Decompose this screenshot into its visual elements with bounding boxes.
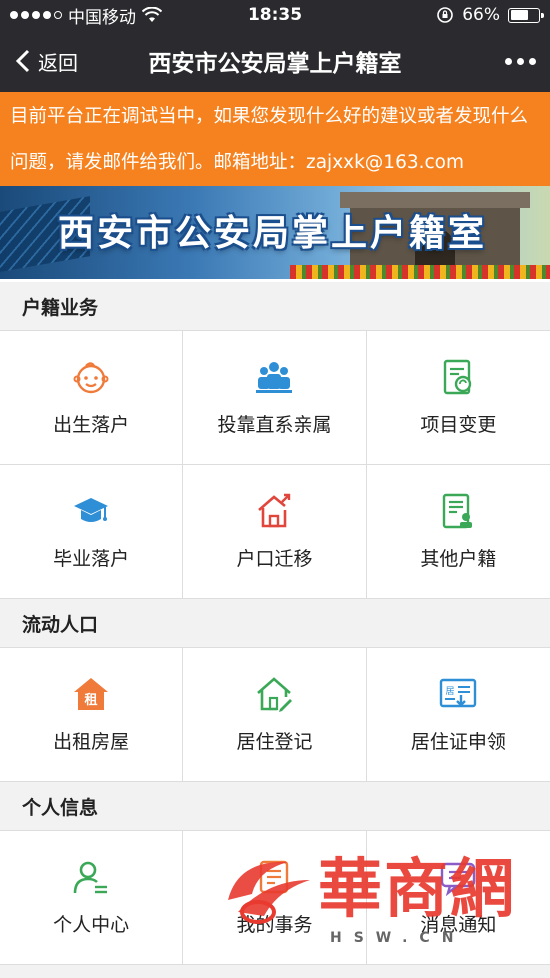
graduation-cap-icon	[72, 492, 110, 530]
section-title: 户籍业务	[0, 282, 550, 330]
document-refresh-icon	[439, 358, 477, 396]
service-tile[interactable]: 出生落户	[0, 331, 184, 465]
wifi-icon	[142, 7, 162, 22]
service-tile-label: 出租房屋	[53, 731, 130, 753]
service-tile-label: 投靠直系亲属	[217, 414, 332, 436]
flower-bed-graphic	[290, 265, 550, 279]
svg-text:租: 租	[85, 693, 98, 708]
document-person-icon	[439, 492, 477, 530]
service-grid: 出生落户 投靠直系亲属 项目变更毕业落户 户口迁移 其他户籍	[0, 330, 550, 599]
more-menu-button[interactable]	[505, 57, 536, 65]
service-tile-label: 户口迁移	[236, 548, 313, 570]
service-tile-label: 居住证申领	[410, 731, 506, 753]
back-label: 返回	[38, 50, 78, 75]
service-tile-label: 我的事务	[236, 914, 313, 936]
service-tile[interactable]: 个人中心	[0, 831, 184, 965]
service-tile[interactable]: 投靠直系亲属	[183, 331, 367, 465]
section-title: 个人信息	[0, 782, 550, 830]
service-tile[interactable]: 消息通知	[366, 831, 550, 965]
header-banner-image: 西安市公安局掌上户籍室	[0, 186, 550, 282]
service-tile-label: 出生落户	[53, 414, 130, 436]
service-tile-label: 项目变更	[420, 414, 497, 436]
service-tile-label: 居住登记	[236, 731, 313, 753]
service-tile[interactable]: 租出租房屋	[0, 648, 184, 782]
family-icon	[255, 358, 293, 396]
message-icon	[439, 858, 477, 896]
svg-text:居: 居	[446, 686, 455, 697]
service-tile[interactable]: 居居住证申领	[366, 648, 550, 782]
notice-banner: 目前平台正在调试当中，如果您发现什么好的建议或者发现什么问题，请发邮件给我们。邮…	[0, 92, 550, 186]
tasks-icon	[255, 858, 293, 896]
residence-card-icon: 居	[439, 675, 477, 713]
user-icon	[72, 858, 110, 896]
service-grid: 租出租房屋 居住登记居居住证申领	[0, 647, 550, 782]
back-button[interactable]: 返回	[14, 47, 78, 76]
signal-dots-icon	[10, 11, 62, 19]
baby-face-icon	[72, 358, 110, 396]
service-tile[interactable]: 户口迁移	[183, 465, 367, 599]
service-tile-label: 其他户籍	[420, 548, 497, 570]
service-tile[interactable]: 项目变更	[366, 331, 550, 465]
service-tile-label: 个人中心	[53, 914, 130, 936]
service-tile[interactable]: 毕业落户	[0, 465, 184, 599]
banner-title: 西安市公安局掌上户籍室	[58, 213, 488, 254]
status-right: 66%	[436, 5, 544, 25]
battery-icon	[508, 7, 544, 23]
orientation-lock-icon	[437, 7, 454, 23]
house-pen-icon	[255, 675, 293, 713]
service-tile-label: 毕业落户	[53, 548, 130, 570]
status-left: 中国移动	[10, 3, 162, 28]
carrier-name: 中国移动	[68, 7, 136, 28]
rent-house-icon: 租	[72, 675, 110, 713]
chevron-left-icon	[15, 49, 30, 73]
battery-percent: 66%	[462, 5, 500, 25]
service-grid: 个人中心 我的事务 消息通知	[0, 830, 550, 965]
service-tile[interactable]: 我的事务	[183, 831, 367, 965]
service-tile-label: 消息通知	[420, 914, 497, 936]
page-title: 西安市公安局掌上户籍室	[148, 51, 402, 77]
house-arrow-icon	[255, 492, 293, 530]
status-bar: 中国移动 18:35 66%	[0, 0, 550, 30]
service-sections: 户籍业务 出生落户 投靠直系亲属 项目变更 毕业落户 户口迁移 其他户籍 流动人口租出租房屋居…	[0, 282, 550, 965]
service-tile[interactable]: 其他户籍	[366, 465, 550, 599]
service-tile[interactable]: 居住登记	[183, 648, 367, 782]
nav-bar: 返回 西安市公安局掌上户籍室	[0, 30, 550, 92]
section-title: 流动人口	[0, 599, 550, 647]
